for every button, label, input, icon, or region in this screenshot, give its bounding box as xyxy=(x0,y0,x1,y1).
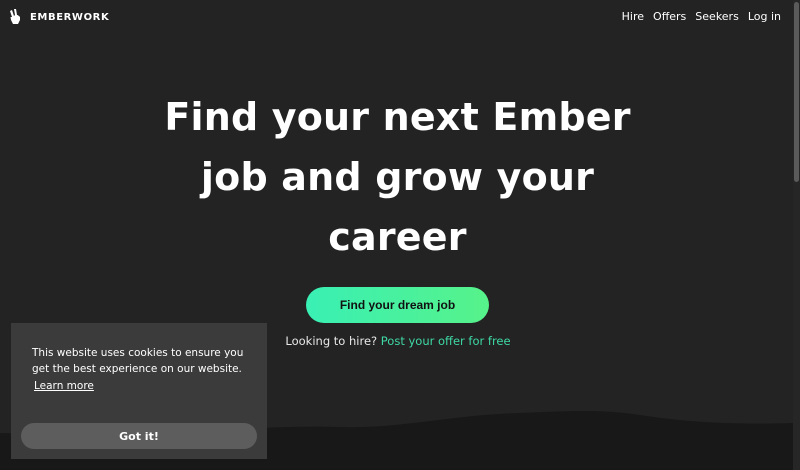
page: EMBERWORK Hire Offers Seekers Log in Fin… xyxy=(0,0,800,470)
scrollbar[interactable] xyxy=(793,0,800,470)
site-header: EMBERWORK Hire Offers Seekers Log in xyxy=(0,0,793,34)
cookie-banner: This website uses cookies to ensure you … xyxy=(11,323,267,459)
brand-name: EMBERWORK xyxy=(30,11,110,23)
post-offer-link[interactable]: Post your offer for free xyxy=(381,334,511,348)
accept-cookies-button[interactable]: Got it! xyxy=(21,423,257,449)
scrollbar-thumb[interactable] xyxy=(794,2,799,182)
nav-login[interactable]: Log in xyxy=(748,10,781,23)
hire-prompt: Looking to hire? xyxy=(285,334,378,348)
nav-seekers[interactable]: Seekers xyxy=(695,10,739,23)
nav-hire[interactable]: Hire xyxy=(622,10,644,23)
nav-offers[interactable]: Offers xyxy=(653,10,686,23)
learn-more-link[interactable]: Learn more xyxy=(34,380,94,392)
logo[interactable]: EMBERWORK xyxy=(9,9,109,25)
main-nav: Hire Offers Seekers Log in xyxy=(622,10,781,23)
hero-title: Find your next Ember job and grow your c… xyxy=(164,95,631,259)
hand-peace-icon xyxy=(10,9,20,24)
find-job-button[interactable]: Find your dream job xyxy=(306,287,489,323)
cookie-message: This website uses cookies to ensure you … xyxy=(32,347,244,375)
